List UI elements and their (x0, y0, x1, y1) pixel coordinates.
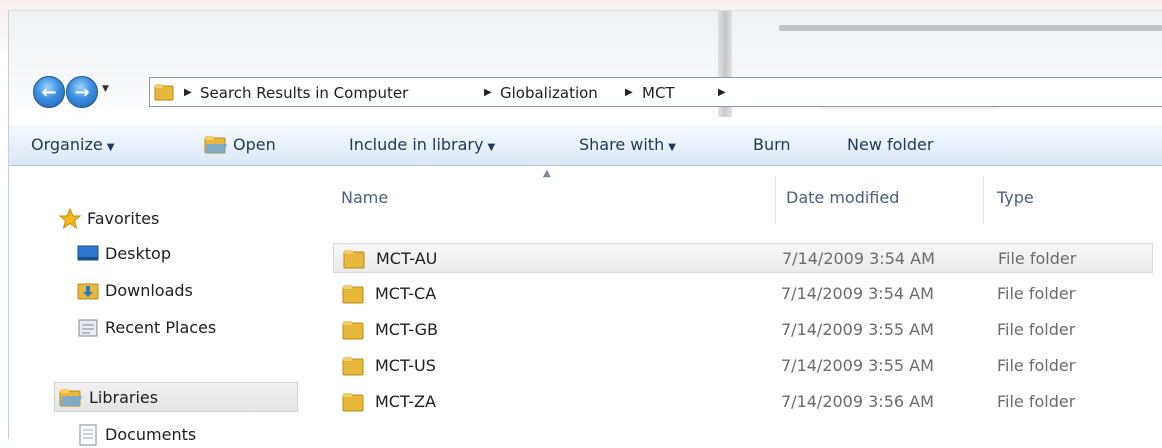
file-date: 7/14/2009 3:55 AM (781, 320, 934, 339)
breadcrumb-separator[interactable]: ▶ (484, 87, 492, 98)
navigation-pane: Favorites Desktop Downloads Recent Place… (9, 166, 299, 446)
file-type: File folder (997, 356, 1076, 375)
file-date: 7/14/2009 3:54 AM (781, 284, 934, 303)
include-in-library-menu[interactable]: Include in library ▼ (349, 135, 495, 154)
nav-label-downloads: Downloads (105, 281, 193, 300)
file-row[interactable]: MCT-AU 7/14/2009 3:54 AM File folder (333, 243, 1153, 273)
file-name: MCT-AU (376, 249, 438, 268)
file-row[interactable]: MCT-GB 7/14/2009 3:55 AM File folder (333, 315, 1153, 345)
address-bar[interactable]: ▶ Search Results in Computer ▶ Globaliza… (149, 77, 1162, 107)
new-folder-button[interactable]: New folder (847, 135, 933, 154)
file-type: File folder (997, 392, 1076, 411)
star-icon (59, 208, 81, 230)
file-row[interactable]: MCT-ZA 7/14/2009 3:56 AM File folder (333, 387, 1153, 417)
background-bar (779, 25, 1162, 31)
open-folder-icon (204, 136, 227, 154)
libraries-icon (59, 389, 82, 407)
nav-label-favorites: Favorites (87, 209, 160, 228)
command-bar: Organize ▼ Open Include in library ▼ Share… (9, 125, 1162, 166)
file-name: MCT-US (375, 356, 436, 375)
organize-menu[interactable]: Organize ▼ (31, 135, 114, 154)
file-name: MCT-ZA (375, 392, 436, 411)
desktop-icon (77, 245, 99, 261)
open-button[interactable]: Open (233, 135, 276, 154)
file-name: MCT-GB (375, 320, 439, 339)
back-button[interactable]: ← (33, 76, 65, 108)
breadcrumb-search-results[interactable]: Search Results in Computer (200, 84, 408, 102)
nav-label-desktop: Desktop (105, 244, 171, 263)
file-date: 7/14/2009 3:56 AM (781, 392, 934, 411)
recent-places-icon (78, 319, 98, 337)
file-list: ▲ Name Date modified Type MCT-AU 7/14/20… (299, 166, 1162, 439)
folder-icon (343, 250, 365, 269)
nav-label-recent-places: Recent Places (105, 318, 217, 337)
address-region: ← → ▼ ▶ Search Results in Computer ▶ Glo… (9, 11, 1162, 117)
file-date: 7/14/2009 3:55 AM (781, 356, 934, 375)
folder-icon (342, 393, 364, 412)
file-row[interactable]: MCT-CA 7/14/2009 3:54 AM File folder (333, 279, 1153, 309)
burn-button[interactable]: Burn (753, 135, 791, 154)
share-with-menu[interactable]: Share with ▼ (579, 135, 676, 154)
file-name: MCT-CA (375, 284, 437, 303)
column-header-name[interactable]: Name (341, 188, 388, 207)
folder-icon (154, 84, 174, 101)
file-type: File folder (997, 320, 1076, 339)
column-header-date-modified[interactable]: Date modified (786, 188, 899, 207)
breadcrumb-separator[interactable]: ▶ (625, 87, 633, 98)
folder-icon (342, 321, 364, 340)
forward-arrow-icon: → (74, 81, 90, 103)
file-row[interactable]: MCT-US 7/14/2009 3:55 AM File folder (333, 351, 1153, 381)
sort-indicator-icon: ▲ (543, 168, 551, 179)
file-date: 7/14/2009 3:54 AM (782, 249, 935, 268)
nav-label-documents: Documents (105, 425, 197, 444)
breadcrumb-separator[interactable]: ▶ (718, 87, 726, 98)
column-divider[interactable] (983, 176, 984, 224)
document-icon (79, 424, 97, 446)
column-header-type[interactable]: Type (997, 188, 1034, 207)
recent-pages-dropdown[interactable]: ▼ (102, 84, 109, 94)
file-type: File folder (997, 284, 1076, 303)
column-divider[interactable] (775, 176, 776, 224)
back-arrow-icon: ← (41, 81, 57, 103)
downloads-folder-icon (77, 283, 99, 300)
nav-label-libraries: Libraries (89, 388, 159, 407)
breadcrumb-globalization[interactable]: Globalization (500, 84, 598, 102)
folder-icon (342, 357, 364, 376)
folder-icon (342, 285, 364, 304)
forward-button[interactable]: → (66, 76, 98, 108)
breadcrumb-separator[interactable]: ▶ (184, 87, 192, 98)
explorer-window: ← → ▼ ▶ Search Results in Computer ▶ Glo… (8, 10, 1162, 446)
breadcrumb-mct[interactable]: MCT (642, 84, 675, 102)
file-type: File folder (998, 249, 1077, 268)
